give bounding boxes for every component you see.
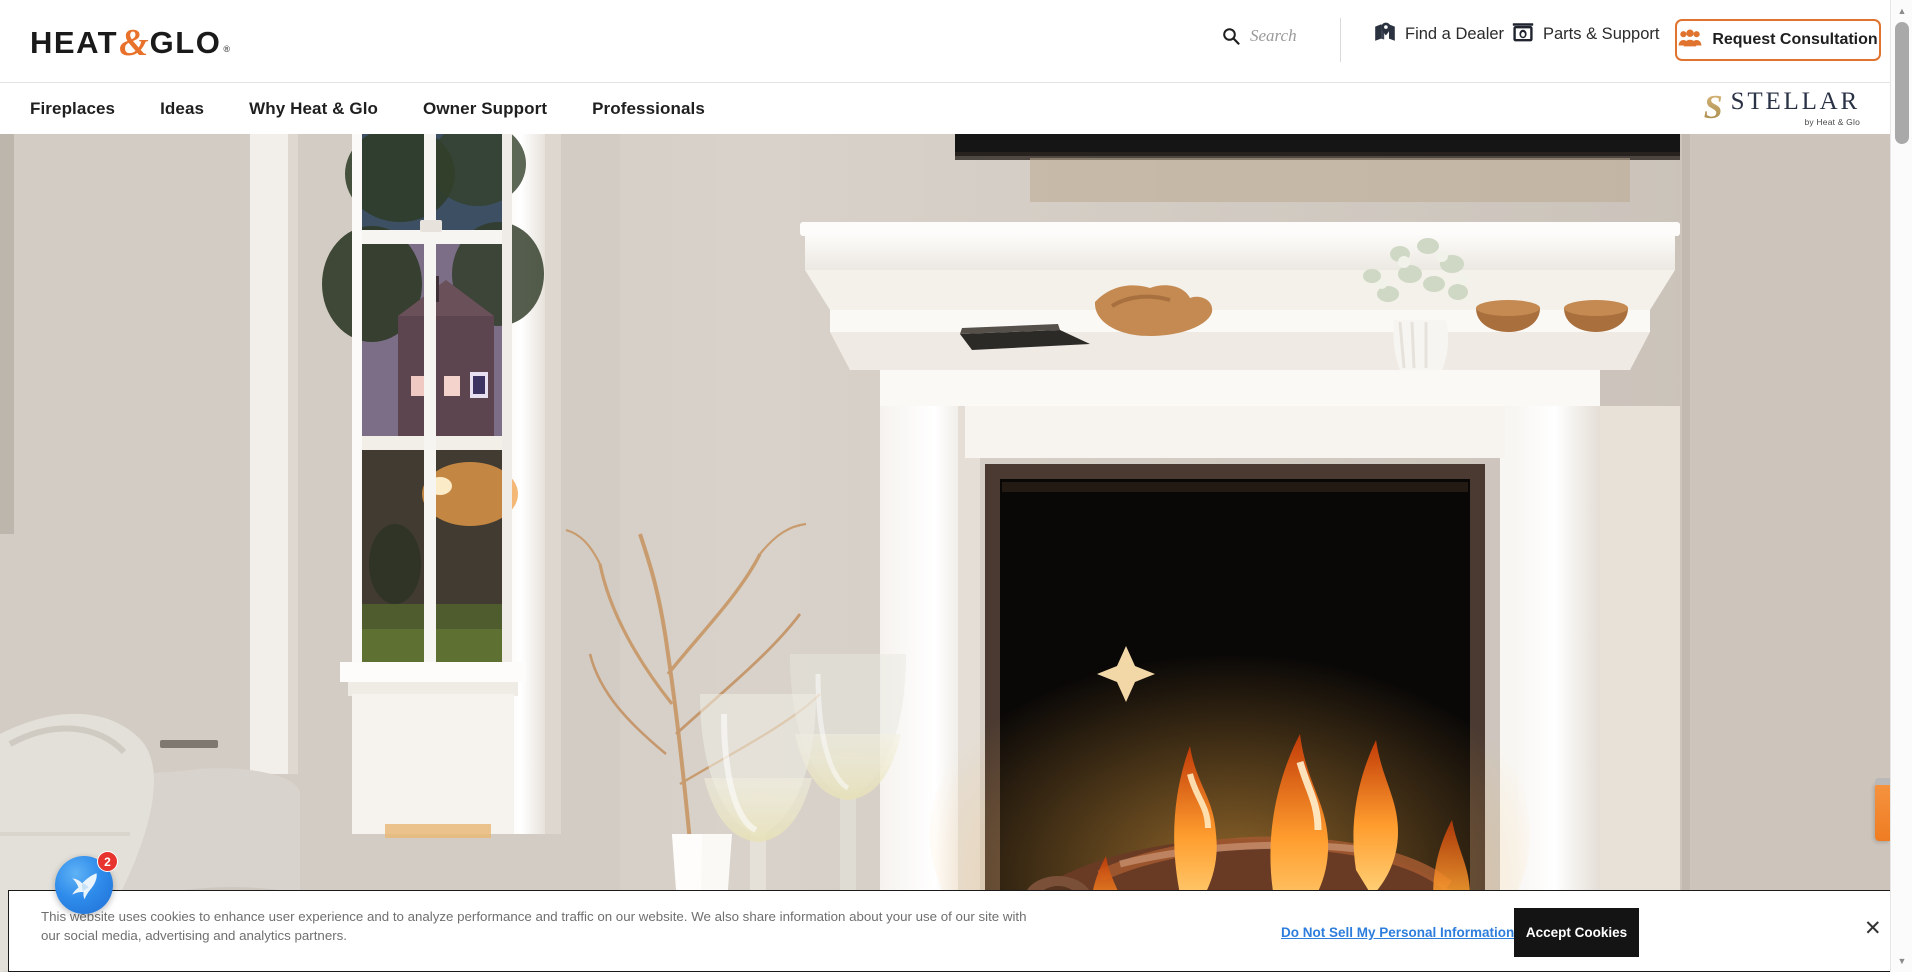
heat-and-glo-logo[interactable]: HEAT & GLO ® [30,22,232,64]
logo-glo: GLO [149,25,222,60]
side-tab-cap [1875,778,1890,785]
nav-item-fireplaces[interactable]: Fireplaces [30,99,115,119]
page-scrollbar[interactable]: ▲ ▼ [1890,0,1912,972]
main-navigation: Fireplaces Ideas Why Heat & Glo Owner Su… [0,82,1890,134]
cookie-message: This website uses cookies to enhance use… [41,909,1027,943]
nav-item-ideas[interactable]: Ideas [160,99,204,119]
logo-ampersand: & [119,22,149,64]
logo-text: HEAT & GLO ® [30,22,232,64]
map-pin-icon [1374,22,1396,47]
logo-registered-mark: ® [223,44,232,54]
stellar-sub-brand-logo[interactable]: S STELLAR by Heat & Glo [1704,89,1860,127]
stellar-name: STELLAR [1730,88,1860,115]
hero-image [0,134,1890,972]
nav-item-professionals[interactable]: Professionals [592,99,705,119]
stellar-tagline: by Heat & Glo [1804,117,1860,127]
feedback-side-tab[interactable] [1875,778,1890,841]
nav-items: Fireplaces Ideas Why Heat & Glo Owner Su… [30,99,705,119]
scroll-up-arrow-icon[interactable]: ▲ [1891,2,1912,20]
chat-widget[interactable]: 2 [55,851,118,914]
header-divider [1340,18,1341,62]
search-icon[interactable] [1222,27,1240,45]
do-not-sell-link[interactable]: Do Not Sell My Personal Information [1281,925,1514,940]
hero-illustration [0,134,1890,972]
request-consultation-label: Request Consultation [1712,31,1878,48]
nav-item-owner-support[interactable]: Owner Support [423,99,547,119]
chat-unread-badge: 2 [97,851,118,872]
browser-page: HEAT & GLO ® Search Find a Dealer Parts … [0,0,1912,972]
find-a-dealer-link[interactable]: Find a Dealer [1374,22,1504,47]
site-header: HEAT & GLO ® Search Find a Dealer Parts … [0,0,1890,82]
nav-item-why-heat-and-glo[interactable]: Why Heat & Glo [249,99,378,119]
parts-and-support-link[interactable]: Parts & Support [1512,22,1659,47]
stellar-text-block: STELLAR by Heat & Glo [1731,89,1860,127]
accept-cookies-button[interactable]: Accept Cookies [1514,908,1639,957]
cookie-consent-banner: This website uses cookies to enhance use… [8,890,1904,972]
request-consultation-button[interactable]: Request Consultation [1675,19,1881,61]
find-a-dealer-label: Find a Dealer [1405,25,1505,43]
fireplace-icon [1512,22,1534,47]
scrollbar-thumb[interactable] [1895,22,1909,144]
search-area[interactable] [1222,26,1340,46]
logo-heat: HEAT [30,25,119,60]
scroll-down-arrow-icon[interactable]: ▼ [1891,952,1912,970]
stellar-monogram-icon: S [1703,89,1723,126]
close-icon[interactable]: ✕ [1864,918,1882,939]
people-group-icon [1678,29,1702,52]
search-input[interactable] [1250,26,1340,46]
parts-and-support-label: Parts & Support [1543,25,1660,43]
